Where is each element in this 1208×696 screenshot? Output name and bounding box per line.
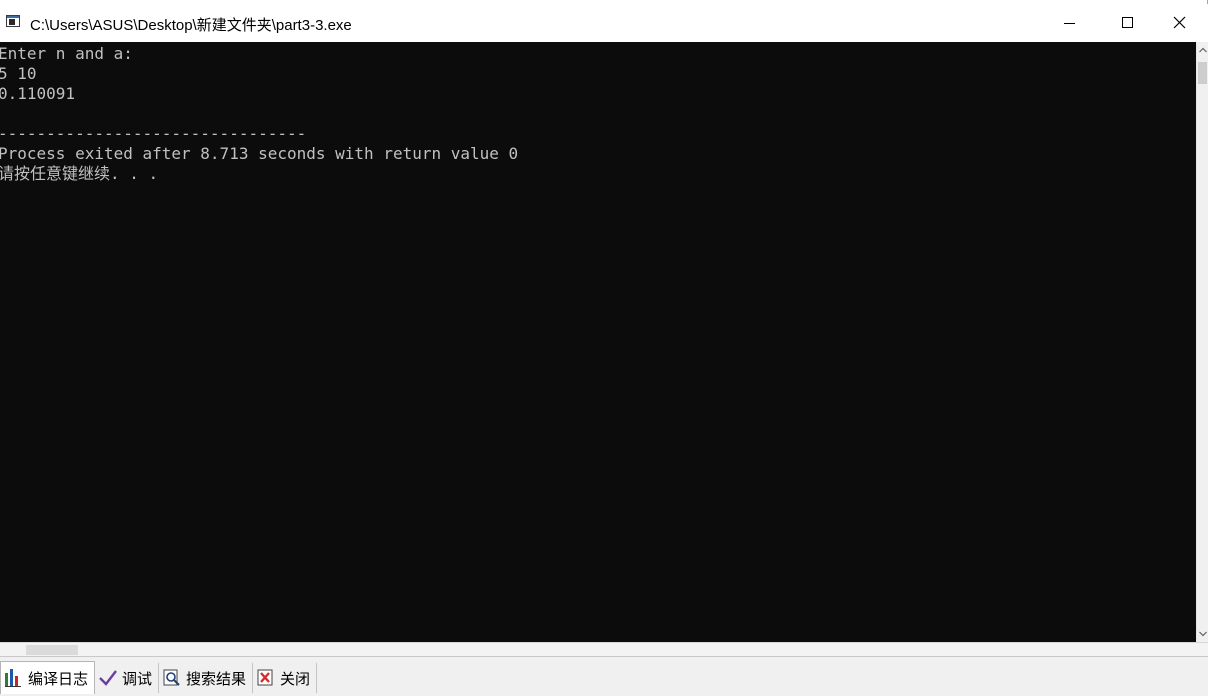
search-document-icon — [163, 669, 181, 687]
close-red-icon — [257, 669, 275, 687]
console-line: 0.110091 — [0, 84, 76, 103]
console-window: C:\Users\ASUS\Desktop\新建文件夹\part3-3.exe … — [0, 0, 1208, 642]
tab-debug[interactable]: 调试 — [95, 663, 160, 693]
scroll-up-button[interactable] — [1197, 42, 1208, 58]
scroll-thumb[interactable] — [1198, 62, 1207, 84]
tab-label: 调试 — [122, 669, 153, 688]
window-title: C:\Users\ASUS\Desktop\新建文件夹\part3-3.exe — [30, 17, 352, 34]
console-text: Enter n and a: 5 10 0.110091 -----------… — [0, 44, 518, 184]
scroll-down-button[interactable] — [1197, 626, 1208, 642]
tab-label: 搜索结果 — [186, 669, 247, 688]
vertical-scrollbar[interactable] — [1196, 42, 1208, 642]
bar-chart-icon — [5, 669, 23, 687]
console-line: Process exited after 8.713 seconds with … — [0, 144, 519, 163]
console-line: 5 10 — [0, 64, 37, 83]
tab-compile-log[interactable]: 编译日志 — [0, 661, 96, 694]
close-icon — [1173, 16, 1186, 29]
minimize-icon — [1064, 23, 1075, 24]
minimize-button[interactable] — [1041, 4, 1099, 42]
console-line: -------------------------------- — [0, 124, 307, 143]
scroll-thumb[interactable] — [26, 645, 78, 655]
console-line: Enter n and a: — [0, 44, 133, 63]
maximize-button[interactable] — [1099, 4, 1157, 42]
check-icon — [99, 669, 117, 687]
console-line: 请按任意键继续. . . — [0, 164, 159, 183]
console-app-icon[interactable] — [6, 15, 20, 27]
console-output[interactable]: Enter n and a: 5 10 0.110091 -----------… — [0, 42, 1196, 642]
chevron-up-icon — [1199, 47, 1207, 53]
tab-label: 编译日志 — [28, 669, 89, 688]
tab-label: 关闭 — [280, 669, 311, 688]
close-button[interactable] — [1157, 4, 1208, 42]
tab-search-results[interactable]: 搜索结果 — [159, 663, 254, 693]
horizontal-scrollbar[interactable] — [0, 642, 1208, 657]
ide-bottom-panel: 编译日志 调试 搜索结果 关闭 — [0, 642, 1208, 696]
ide-tab-bar: 编译日志 调试 搜索结果 关闭 — [0, 661, 318, 696]
tab-close[interactable]: 关闭 — [253, 663, 318, 693]
title-bar[interactable]: C:\Users\ASUS\Desktop\新建文件夹\part3-3.exe — [0, 4, 1208, 42]
maximize-icon — [1122, 17, 1133, 28]
chevron-down-icon — [1199, 631, 1207, 637]
